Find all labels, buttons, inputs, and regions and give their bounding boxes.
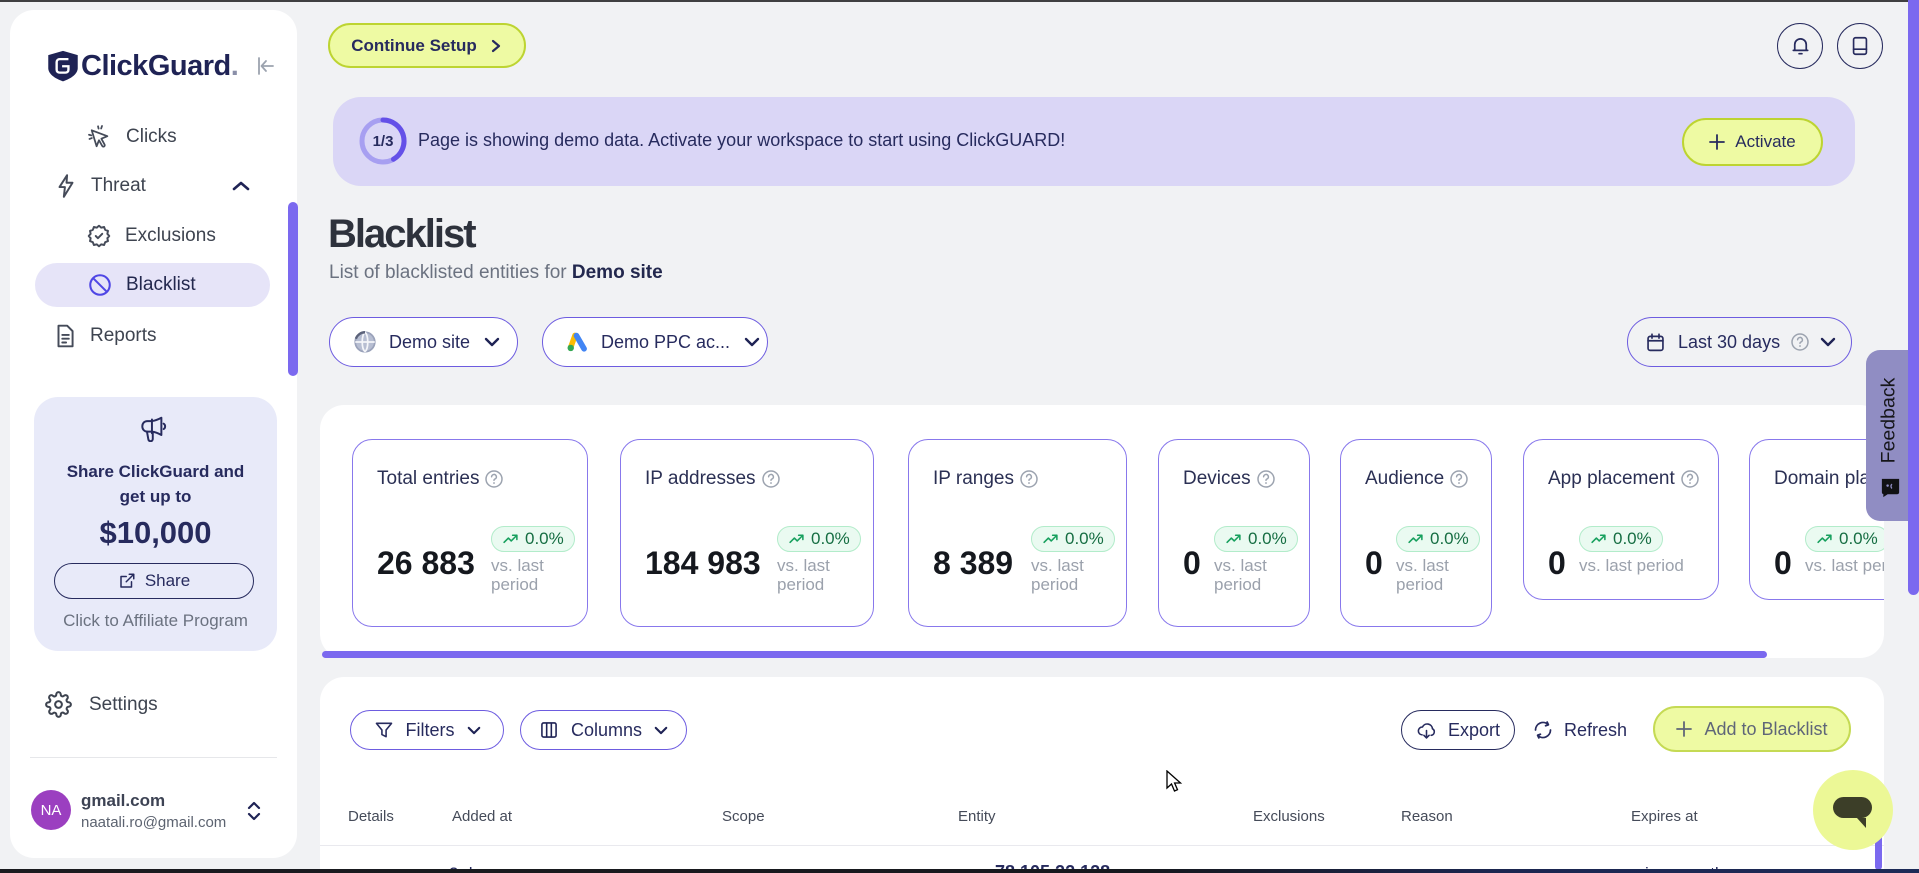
svg-text:1/3: 1/3 [373, 133, 394, 150]
